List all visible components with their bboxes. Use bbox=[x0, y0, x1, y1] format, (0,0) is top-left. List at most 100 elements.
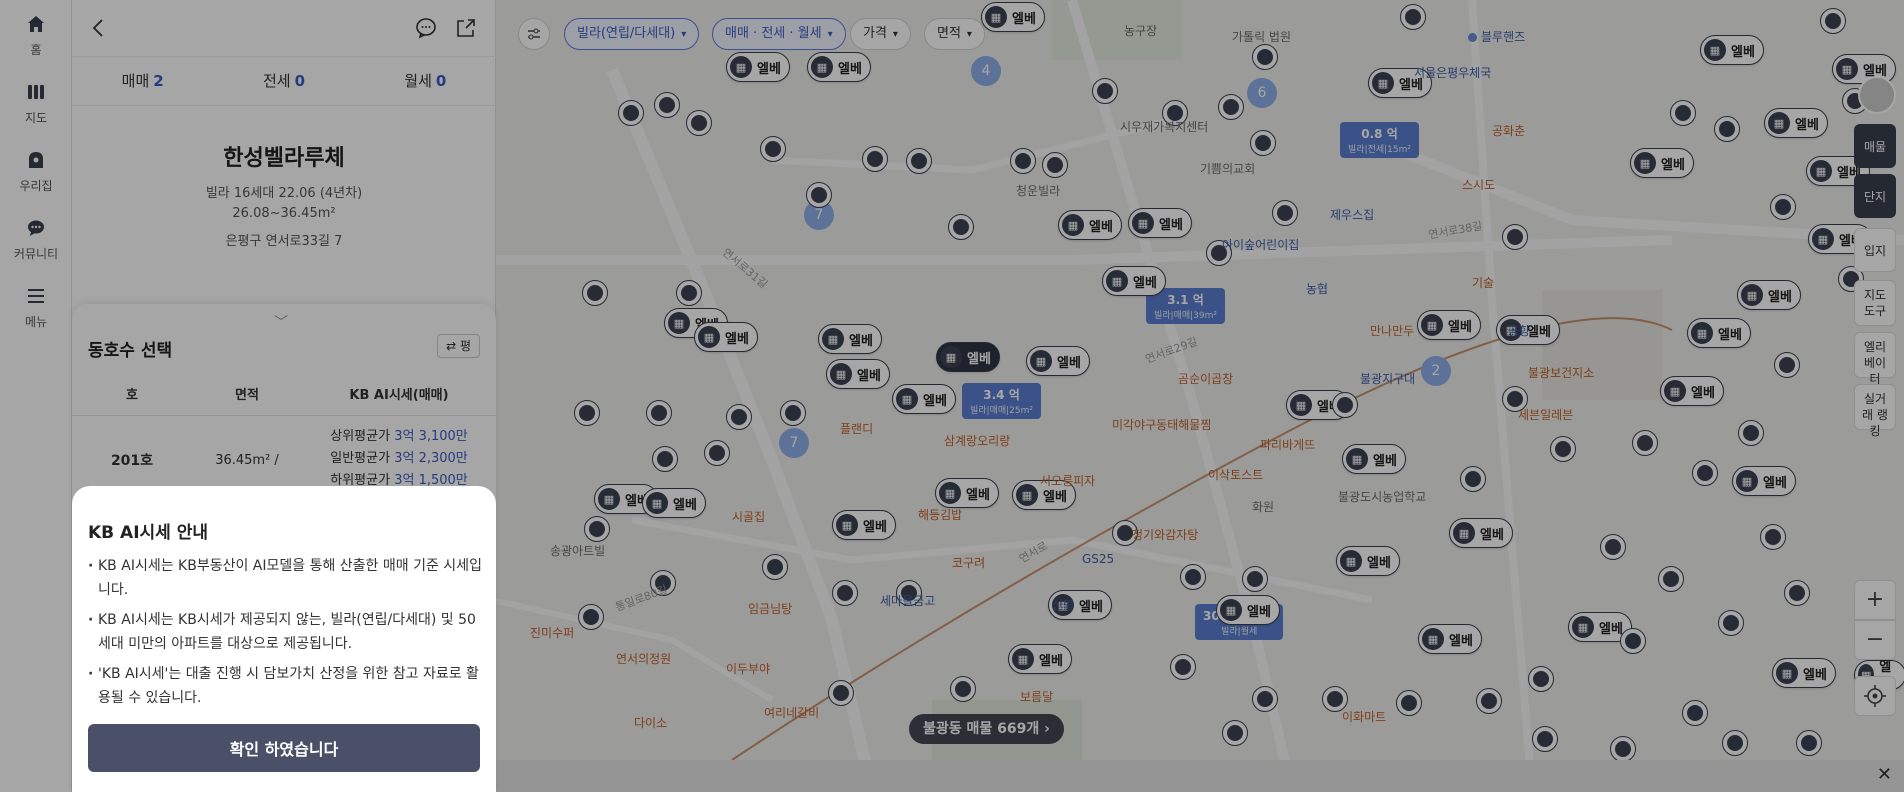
property-pin-small[interactable] bbox=[1532, 726, 1558, 752]
layer-complex-button[interactable]: 단지 bbox=[1854, 174, 1896, 218]
property-pin[interactable]: ▦ 엘베 bbox=[826, 359, 890, 389]
property-pin-small[interactable] bbox=[1714, 116, 1740, 142]
property-pin-small[interactable] bbox=[1620, 628, 1646, 654]
back-button[interactable] bbox=[88, 17, 110, 39]
property-pin-small[interactable] bbox=[1692, 460, 1718, 486]
map-tools-button[interactable]: 지도 도구 bbox=[1854, 280, 1896, 326]
property-pin[interactable]: ▦ 엘베 bbox=[1772, 658, 1836, 688]
property-pin-small[interactable] bbox=[1396, 690, 1422, 716]
zoom-in-button[interactable]: + bbox=[1854, 580, 1896, 620]
filter-settings-button[interactable] bbox=[518, 18, 550, 50]
property-pin[interactable]: ▦ 엘베 bbox=[1336, 546, 1400, 576]
price-tag[interactable]: 3.4 억 빌라|매매|25m² bbox=[962, 383, 1042, 419]
nav-item-map[interactable]: 지도 bbox=[0, 82, 72, 126]
property-pin[interactable]: ▦ 엘베 bbox=[1342, 444, 1406, 474]
property-pin-small[interactable] bbox=[1774, 352, 1800, 378]
tab-sale[interactable]: 매매 2 bbox=[72, 57, 213, 105]
property-pin-small[interactable] bbox=[646, 400, 672, 426]
property-pin-small[interactable] bbox=[686, 110, 712, 136]
property-pin-small[interactable] bbox=[618, 100, 644, 126]
property-pin[interactable]: ▦ 엘베 bbox=[832, 510, 896, 540]
property-pin-small[interactable] bbox=[862, 146, 888, 172]
property-pin[interactable]: ▦ 엘베 bbox=[1732, 466, 1796, 496]
map-cluster[interactable]: 4 bbox=[971, 56, 1001, 86]
property-pin[interactable]: ▦ 엘베 bbox=[1660, 376, 1724, 406]
property-pin[interactable]: ▦ 엘베 bbox=[1102, 266, 1166, 296]
tab-jeonse[interactable]: 전세 0 bbox=[213, 57, 354, 105]
property-pin[interactable]: ▦ 엘베 bbox=[1687, 318, 1751, 348]
property-pin-small[interactable] bbox=[1242, 566, 1268, 592]
property-pin-small[interactable] bbox=[1738, 420, 1764, 446]
property-pin[interactable]: ▦ 엘베 bbox=[1216, 595, 1280, 625]
property-pin-small[interactable] bbox=[1218, 94, 1244, 120]
property-pin[interactable]: ▦ 엘베 bbox=[1026, 346, 1090, 376]
property-pin-small[interactable] bbox=[1180, 564, 1206, 590]
zoom-out-button[interactable]: − bbox=[1854, 620, 1896, 660]
property-pin-small[interactable] bbox=[578, 604, 604, 630]
nav-item-menu[interactable]: 메뉴 bbox=[0, 286, 72, 330]
property-pin-small[interactable] bbox=[1820, 8, 1846, 34]
close-icon[interactable]: ✕ bbox=[1877, 764, 1892, 785]
property-pin-small[interactable] bbox=[1770, 194, 1796, 220]
property-pin-small[interactable] bbox=[1670, 100, 1696, 126]
property-pin[interactable]: ▦ 엘베 bbox=[1417, 310, 1481, 340]
property-pin-small[interactable] bbox=[574, 400, 600, 426]
chevron-down-icon[interactable]: ﹀ bbox=[274, 312, 288, 332]
property-pin-small[interactable] bbox=[1658, 566, 1684, 592]
property-pin-small[interactable] bbox=[584, 516, 610, 542]
map-cluster[interactable]: 2 bbox=[1421, 356, 1451, 386]
confirm-button[interactable]: 확인 하였습니다 bbox=[88, 724, 480, 772]
nav-item-home[interactable]: 홈 bbox=[0, 14, 72, 58]
property-pin-small[interactable] bbox=[1460, 466, 1486, 492]
property-pin-small[interactable] bbox=[1550, 436, 1576, 462]
my-location-button[interactable] bbox=[1854, 676, 1896, 716]
chat-button[interactable] bbox=[415, 17, 437, 39]
property-pin-small[interactable] bbox=[726, 404, 752, 430]
map-cluster[interactable]: 6 bbox=[1247, 78, 1277, 108]
property-pin-small[interactable] bbox=[676, 280, 702, 306]
filter-price[interactable]: 가격 ▾ bbox=[850, 18, 911, 50]
property-pin-small[interactable] bbox=[582, 280, 608, 306]
property-pin-small[interactable] bbox=[1682, 700, 1708, 726]
property-pin-small[interactable] bbox=[1170, 654, 1196, 680]
property-pin[interactable]: ▦ 엘베 bbox=[1764, 108, 1828, 138]
unit-toggle-button[interactable]: ⇄ 평 bbox=[437, 334, 480, 358]
property-pin[interactable]: ▦ 엘베 bbox=[935, 478, 999, 508]
property-pin-small[interactable] bbox=[1476, 688, 1502, 714]
layer-location-button[interactable]: 입지 bbox=[1854, 228, 1896, 272]
property-pin[interactable]: ▦ 엘베 bbox=[818, 324, 882, 354]
property-pin-small[interactable] bbox=[1796, 730, 1822, 756]
filter-property-type[interactable]: 빌라(연립/다세대) ▾ bbox=[564, 18, 700, 50]
property-pin[interactable]: ▦ 엘베 bbox=[1418, 624, 1482, 654]
nav-item-community[interactable]: 커뮤니티 bbox=[0, 218, 72, 262]
property-pin-small[interactable] bbox=[1528, 666, 1554, 692]
property-pin-small[interactable] bbox=[1252, 686, 1278, 712]
property-pin-small[interactable] bbox=[1600, 534, 1626, 560]
property-pin[interactable]: ▦ 엘베 bbox=[726, 52, 790, 82]
property-pin[interactable]: ▦ 엘베 bbox=[1737, 280, 1801, 310]
elevator-filter-button[interactable]: 엘리 베이터 bbox=[1854, 332, 1896, 386]
property-pin[interactable]: ▦ 엘베 bbox=[1008, 644, 1072, 674]
listing-total-button[interactable]: 불광동 매물 669개 › bbox=[909, 714, 1064, 744]
avatar[interactable] bbox=[1858, 76, 1896, 114]
property-pin-small[interactable] bbox=[1042, 152, 1068, 178]
property-pin-small[interactable] bbox=[762, 554, 788, 580]
property-pin-small[interactable] bbox=[1272, 200, 1298, 226]
share-button[interactable] bbox=[455, 17, 477, 39]
property-pin[interactable]: ▦ 엘베 bbox=[1449, 518, 1513, 548]
property-pin-small[interactable] bbox=[832, 580, 858, 606]
property-pin-small[interactable] bbox=[652, 446, 678, 472]
map-cluster[interactable]: 7 bbox=[779, 428, 809, 458]
property-pin-small[interactable] bbox=[1722, 730, 1748, 756]
property-pin[interactable]: ▦ 엘베 bbox=[1058, 210, 1122, 240]
property-pin-small[interactable] bbox=[906, 148, 932, 174]
property-pin-small[interactable] bbox=[950, 676, 976, 702]
filter-area[interactable]: 면적 ▾ bbox=[924, 18, 985, 50]
property-pin-small[interactable] bbox=[1252, 44, 1278, 70]
selected-property-pin[interactable]: ▦ 엘베 bbox=[936, 342, 1000, 372]
property-pin-small[interactable] bbox=[1250, 130, 1276, 156]
property-pin-small[interactable] bbox=[948, 214, 974, 240]
price-tag[interactable]: 0.8 억 빌라|전세|15m² bbox=[1340, 122, 1420, 158]
property-pin-small[interactable] bbox=[654, 92, 680, 118]
layer-listings-button[interactable]: 매물 bbox=[1854, 124, 1896, 168]
